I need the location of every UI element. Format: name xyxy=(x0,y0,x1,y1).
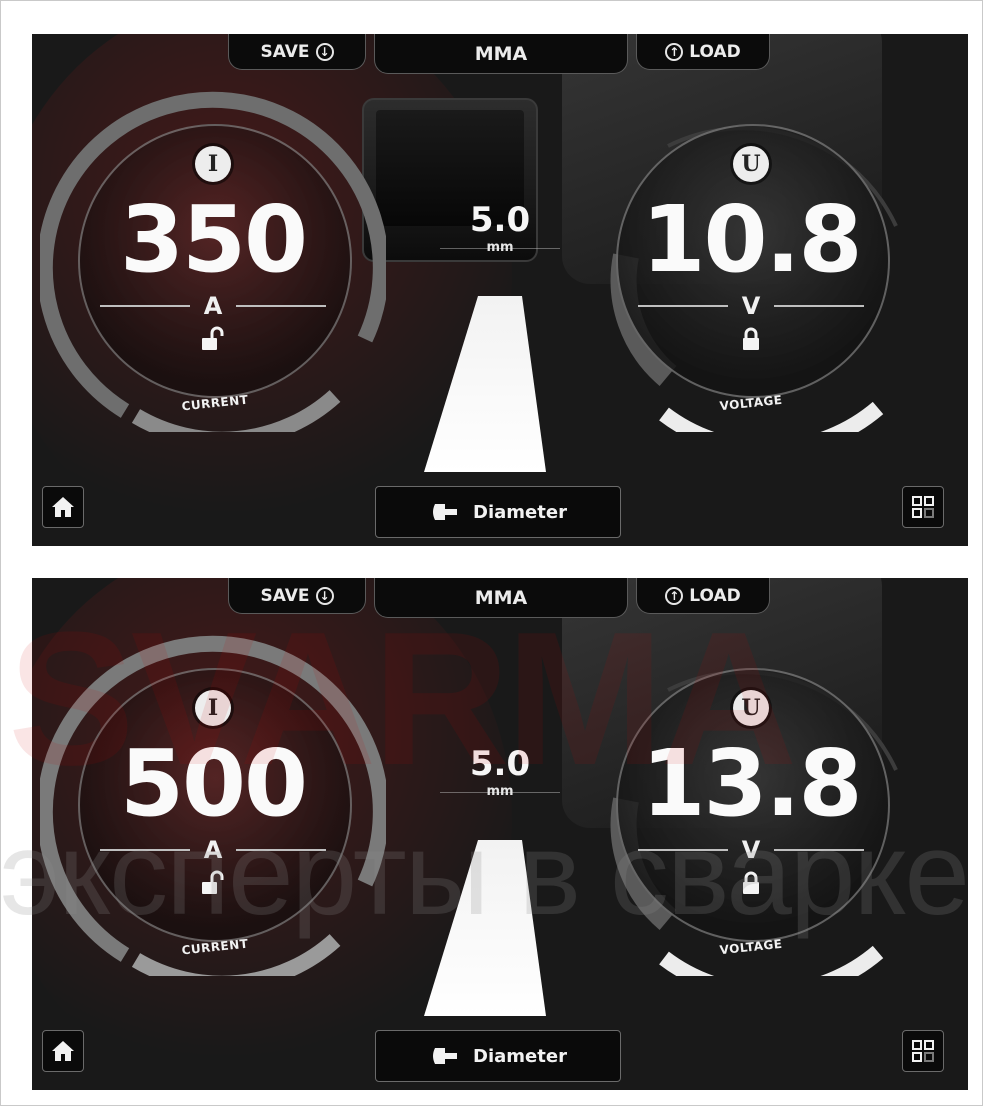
current-unit: A xyxy=(203,292,223,320)
locked-padlock-icon[interactable] xyxy=(738,326,764,352)
current-value[interactable]: 500 xyxy=(32,734,406,834)
save-download-icon: ↓ xyxy=(315,586,334,605)
load-button[interactable]: ↑ LOAD xyxy=(636,34,770,70)
divider-line xyxy=(774,305,865,307)
grid-menu-icon xyxy=(912,496,934,518)
current-unit-row: A xyxy=(100,836,327,864)
welder-screen-2: SAVE ↓ MMA ↑ LOAD I 500 A CURRENT U 13.8… xyxy=(32,578,968,1090)
save-label: SAVE xyxy=(260,41,310,62)
welder-screen-1: SAVE ↓ MMA ↑ LOAD I 350 A CURRENT U 10.8… xyxy=(32,34,968,546)
divider-line xyxy=(236,305,327,307)
divider-line xyxy=(638,849,728,851)
load-button[interactable]: ↑ LOAD xyxy=(636,578,770,614)
current-symbol: I xyxy=(195,690,231,726)
voltage-value[interactable]: 10.8 xyxy=(558,190,944,290)
electrode-graphic xyxy=(424,296,546,472)
home-button[interactable] xyxy=(42,486,84,528)
current-unit: A xyxy=(203,836,223,864)
current-value[interactable]: 350 xyxy=(32,190,406,290)
diameter-button[interactable]: Diameter xyxy=(375,486,621,538)
save-button[interactable]: SAVE ↓ xyxy=(228,578,366,614)
voltage-symbol: U xyxy=(733,690,769,726)
voltage-unit-row: V xyxy=(638,292,865,320)
divider-line xyxy=(100,849,190,851)
unlocked-padlock-icon[interactable] xyxy=(200,326,226,352)
diameter-button[interactable]: Diameter xyxy=(375,1030,621,1082)
electrode-holder-icon xyxy=(433,504,458,520)
divider-line xyxy=(774,849,865,851)
menu-button[interactable] xyxy=(902,486,944,528)
home-icon xyxy=(52,497,74,517)
mode-label: MMA xyxy=(474,42,528,65)
divider-line xyxy=(100,305,190,307)
current-gauge[interactable]: I 350 A CURRENT xyxy=(40,86,386,432)
voltage-unit: V xyxy=(741,292,761,320)
load-label: LOAD xyxy=(689,585,741,606)
load-label: LOAD xyxy=(689,41,741,62)
divider-line xyxy=(236,849,327,851)
diameter-label: Diameter xyxy=(473,501,567,523)
grid-menu-icon xyxy=(912,1040,934,1062)
electrode-diameter-value[interactable]: 5.0 xyxy=(450,746,550,782)
current-unit-row: A xyxy=(100,292,327,320)
load-upload-icon: ↑ xyxy=(665,586,684,605)
electrode-diameter-value[interactable]: 5.0 xyxy=(450,202,550,238)
diameter-label: Diameter xyxy=(473,1045,567,1067)
electrode-graphic xyxy=(424,840,546,1016)
home-icon xyxy=(52,1041,74,1061)
voltage-value[interactable]: 13.8 xyxy=(558,734,944,834)
current-symbol: I xyxy=(195,146,231,182)
mode-tab[interactable]: MMA xyxy=(374,578,628,618)
voltage-gauge[interactable]: U 13.8 V VOLTAGE xyxy=(578,630,924,976)
menu-button[interactable] xyxy=(902,1030,944,1072)
voltage-unit-row: V xyxy=(638,836,865,864)
current-gauge[interactable]: I 500 A CURRENT xyxy=(40,630,386,976)
unlocked-padlock-icon[interactable] xyxy=(200,870,226,896)
electrode-diameter-unit: mm xyxy=(486,784,514,799)
mode-label: MMA xyxy=(474,586,528,609)
voltage-unit: V xyxy=(741,836,761,864)
save-download-icon: ↓ xyxy=(315,42,334,61)
locked-padlock-icon[interactable] xyxy=(738,870,764,896)
mode-tab[interactable]: MMA xyxy=(374,34,628,74)
electrode-holder-icon xyxy=(433,1048,458,1064)
voltage-symbol: U xyxy=(733,146,769,182)
load-upload-icon: ↑ xyxy=(665,42,684,61)
divider-line xyxy=(638,305,728,307)
save-label: SAVE xyxy=(260,585,310,606)
save-button[interactable]: SAVE ↓ xyxy=(228,34,366,70)
electrode-diameter-unit: mm xyxy=(486,240,514,255)
home-button[interactable] xyxy=(42,1030,84,1072)
voltage-gauge[interactable]: U 10.8 V VOLTAGE xyxy=(578,86,924,432)
